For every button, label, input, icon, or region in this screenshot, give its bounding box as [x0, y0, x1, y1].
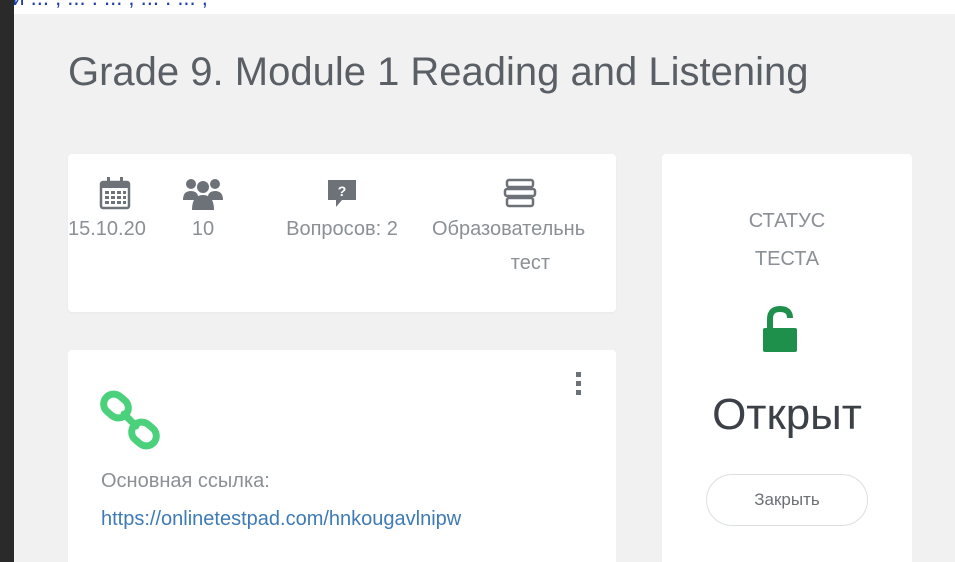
info-date: 15.10.20 [68, 176, 162, 246]
top-cropped-text: , и ... , ... . ... , ... . ... , [0, 0, 955, 9]
kebab-menu-icon[interactable] [570, 372, 586, 406]
status-heading-line1: СТАТУС [748, 210, 826, 232]
close-test-button[interactable]: Закрыть [706, 474, 868, 526]
info-date-value: 15.10.20 [68, 218, 146, 240]
main-link-url[interactable]: https://onlinetestpad.com/hnkougavlnipw [101, 508, 461, 531]
status-value: Открыт [712, 390, 862, 439]
info-participants-value: 10 [191, 218, 215, 240]
users-icon [174, 176, 232, 212]
page-title: Grade 9. Module 1 Reading and Listening [68, 50, 809, 94]
info-test-type-line1: Образовательнь [432, 218, 586, 240]
test-page: Grade 9. Module 1 Reading and Listening [14, 14, 955, 562]
link-chain-icon [100, 390, 168, 459]
svg-text:?: ? [338, 183, 347, 199]
test-info-card: 15.10.20 10 ? Вопросов: 2 Образовательнь… [68, 154, 616, 312]
question-bubble-icon: ? [268, 176, 416, 212]
status-heading-line2: ТЕСТА [754, 248, 820, 270]
unlocked-padlock-icon [760, 305, 800, 359]
info-questions: ? Вопросов: 2 [268, 176, 416, 246]
info-test-type-line2: тест [510, 252, 550, 274]
test-status-card: СТАТУС ТЕСТА Открыт Закрыть [662, 154, 912, 562]
screenshot-frame: , и ... , ... . ... , ... . ... , Grade … [0, 0, 955, 562]
books-stack-icon [428, 176, 616, 212]
status-heading: СТАТУС ТЕСТА [662, 202, 912, 278]
info-test-type: Образовательнь тест [428, 176, 616, 280]
calendar-icon [68, 176, 162, 212]
test-link-card: Основная ссылка: https://onlinetestpad.c… [68, 350, 616, 562]
left-dark-edge [0, 0, 14, 562]
main-link-label: Основная ссылка: [101, 470, 270, 492]
info-questions-value: Вопросов: 2 [286, 218, 398, 240]
top-cropped-strip: , и ... , ... . ... , ... . ... , [0, 0, 955, 14]
info-participants: 10 [174, 176, 232, 246]
